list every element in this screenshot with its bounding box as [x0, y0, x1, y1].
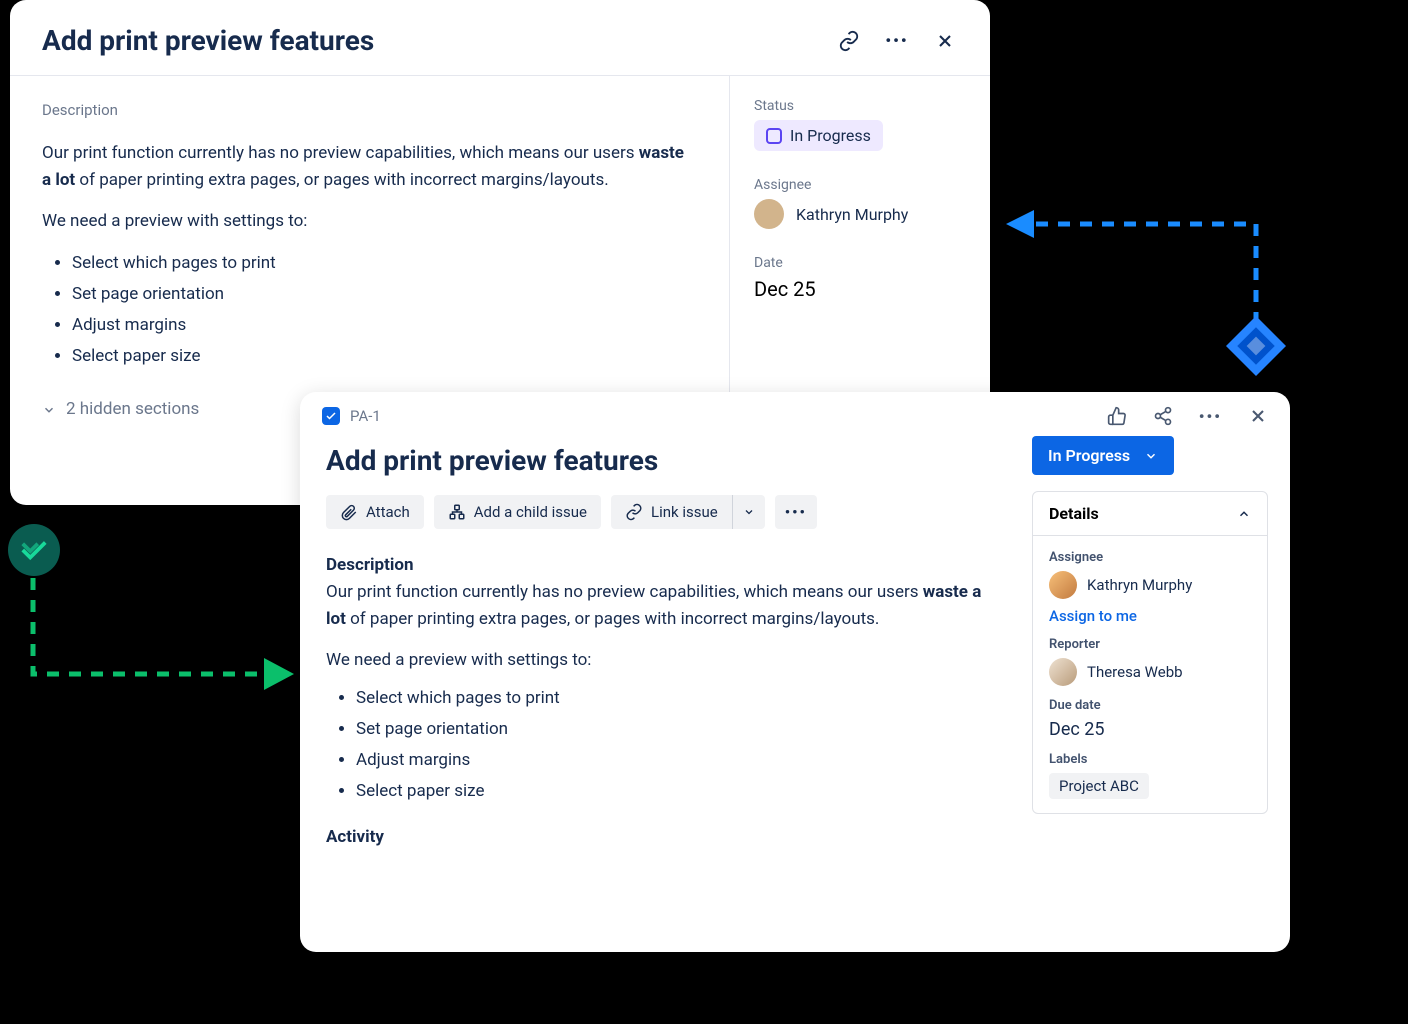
- avatar: [1049, 571, 1077, 599]
- close-icon[interactable]: [1248, 406, 1268, 426]
- bullet-item: Adjust margins: [356, 747, 984, 774]
- assign-to-me-link[interactable]: Assign to me: [1049, 607, 1251, 625]
- issue-key[interactable]: PA-1: [322, 407, 1107, 425]
- assignee-field[interactable]: Kathryn Murphy: [1049, 571, 1251, 599]
- activity-heading: Activity: [326, 827, 984, 847]
- close-icon[interactable]: [932, 28, 958, 54]
- status-value: In Progress: [790, 126, 871, 145]
- link-issue-button[interactable]: Link issue: [611, 495, 732, 529]
- attach-label: Attach: [366, 503, 410, 521]
- labels-label: Labels: [1049, 752, 1251, 767]
- jira-logo-icon: [1226, 316, 1286, 376]
- bullet-item: Select paper size: [72, 343, 697, 370]
- status-pill[interactable]: In Progress: [754, 120, 883, 151]
- status-label: Status: [754, 98, 966, 114]
- jira-card: PA-1 ••• Add print preview features Atta…: [300, 392, 1290, 952]
- attach-button[interactable]: Attach: [326, 495, 424, 529]
- issue-type-icon: [322, 407, 340, 425]
- bullet-item: Set page orientation: [72, 281, 697, 308]
- more-icon[interactable]: •••: [884, 28, 910, 54]
- description-para2: We need a preview with settings to:: [42, 208, 697, 235]
- action-bar: Attach Add a child issue Link issue •••: [326, 495, 984, 529]
- description-body[interactable]: Our print function currently has no prev…: [326, 579, 984, 805]
- details-panel: Details Assignee Kathryn Murphy Assign t…: [1032, 491, 1268, 814]
- card1-title: Add print preview features: [42, 24, 814, 57]
- assignee-row[interactable]: Kathryn Murphy: [754, 199, 966, 229]
- description-para1: Our print function currently has no prev…: [42, 140, 697, 194]
- jira-sidebar: In Progress Details Assignee Kathryn Mur…: [1010, 426, 1290, 952]
- description-label: Description: [42, 98, 697, 122]
- date-label: Date: [754, 255, 966, 271]
- bullet-item: Select which pages to print: [356, 685, 984, 712]
- details-header[interactable]: Details: [1033, 492, 1267, 536]
- description-bullets: Select which pages to print Set page ori…: [42, 250, 697, 371]
- details-heading: Details: [1049, 504, 1099, 523]
- label-chip[interactable]: Project ABC: [1049, 773, 1149, 799]
- issue-title[interactable]: Add print preview features: [326, 444, 984, 477]
- reporter-label: Reporter: [1049, 637, 1251, 652]
- assignee-label: Assignee: [754, 177, 966, 193]
- more-icon[interactable]: •••: [1199, 407, 1222, 426]
- bullet-item: Adjust margins: [72, 312, 697, 339]
- link-issue-label: Link issue: [651, 503, 718, 521]
- date-value: Dec 25: [754, 277, 966, 301]
- due-date-value[interactable]: Dec 25: [1049, 719, 1251, 740]
- reporter-field[interactable]: Theresa Webb: [1049, 658, 1251, 686]
- due-date-label: Due date: [1049, 698, 1251, 713]
- bullet-item: Select which pages to print: [72, 250, 697, 277]
- bullet-item: Set page orientation: [356, 716, 984, 743]
- hidden-sections-label: 2 hidden sections: [66, 396, 199, 423]
- status-dropdown[interactable]: In Progress: [1032, 436, 1174, 475]
- assignee-label: Assignee: [1049, 550, 1251, 565]
- chevron-up-icon: [1237, 507, 1251, 521]
- avatar: [754, 199, 784, 229]
- arrow-to-jira-icon: [18, 574, 298, 704]
- status-square-icon: [766, 128, 782, 144]
- add-child-label: Add a child issue: [474, 503, 587, 521]
- status-dropdown-label: In Progress: [1048, 446, 1130, 465]
- bullet-item: Select paper size: [356, 778, 984, 805]
- issue-key-text: PA-1: [350, 407, 381, 425]
- source-app-logo-icon: [8, 524, 60, 576]
- avatar: [1049, 658, 1077, 686]
- add-child-button[interactable]: Add a child issue: [434, 495, 601, 529]
- assignee-name: Kathryn Murphy: [796, 205, 908, 224]
- jira-header: PA-1 •••: [300, 392, 1290, 426]
- description-heading: Description: [326, 555, 984, 575]
- more-actions-button[interactable]: •••: [775, 495, 817, 529]
- copy-link-icon[interactable]: [836, 28, 862, 54]
- thumbs-up-icon[interactable]: [1107, 406, 1127, 426]
- share-icon[interactable]: [1153, 406, 1173, 426]
- card1-header: Add print preview features •••: [10, 0, 990, 76]
- assignee-name: Kathryn Murphy: [1087, 576, 1192, 594]
- link-issue-dropdown[interactable]: [732, 495, 765, 529]
- reporter-name: Theresa Webb: [1087, 663, 1183, 681]
- jira-main: Add print preview features Attach Add a …: [300, 426, 1010, 952]
